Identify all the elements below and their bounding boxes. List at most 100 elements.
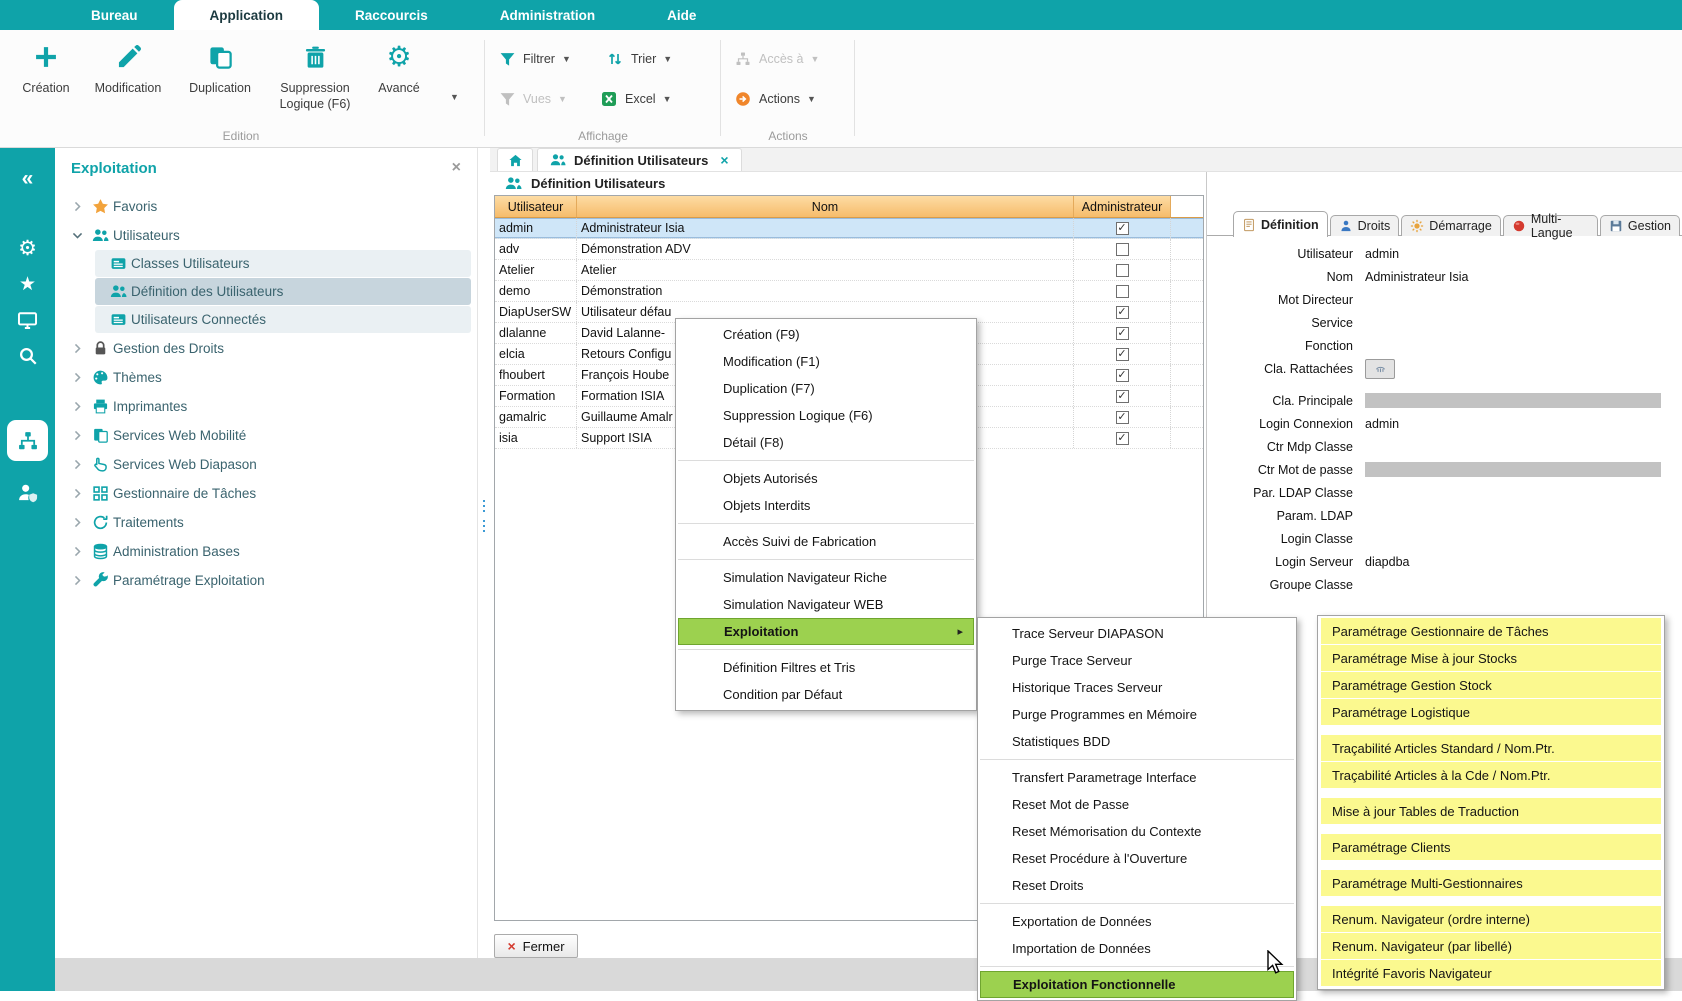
class-picker-button[interactable] <box>1365 359 1395 379</box>
chevron-right-icon[interactable] <box>67 200 87 213</box>
checkbox-checked[interactable]: ✓ <box>1116 390 1129 403</box>
search-rail-icon[interactable] <box>0 339 55 373</box>
avance-dropdown-icon[interactable]: ▼ <box>450 92 459 102</box>
checkbox-checked[interactable]: ✓ <box>1116 327 1129 340</box>
menu-item-parametrage-logistique[interactable]: Paramétrage Logistique <box>1321 699 1661 725</box>
exploitation-rail-icon[interactable] <box>7 420 48 461</box>
acces-a-button[interactable]: Accès à▼ <box>734 44 819 74</box>
sidebar-item-services-web-diapason[interactable]: Services Web Diapason <box>55 450 471 479</box>
field-value[interactable]: diapdba <box>1365 555 1410 569</box>
menu-item-reset-mot-de-passe[interactable]: Reset Mot de Passe <box>978 791 1296 818</box>
detail-tab-demarrage[interactable]: Démarrage <box>1401 215 1501 236</box>
duplication-button[interactable]: Duplication <box>174 34 266 112</box>
avance-button[interactable]: ⚙ Avancé <box>364 34 434 112</box>
menu-item-historique-traces-serveur[interactable]: Historique Traces Serveur <box>978 674 1296 701</box>
favorites-rail-icon[interactable]: ★ <box>0 267 55 301</box>
menu-item-purge-programmes-en-memoire[interactable]: Purge Programmes en Mémoire <box>978 701 1296 728</box>
menu-item-importation-de-donnees[interactable]: Importation de Données <box>978 935 1296 962</box>
detail-tab-droits[interactable]: Droits <box>1330 215 1400 236</box>
vues-button[interactable]: Vues▼ <box>498 84 567 114</box>
menu-item-modification-f1[interactable]: Modification (F1) <box>676 348 976 375</box>
menu-item-parametrage-multi-gestionnaires[interactable]: Paramétrage Multi-Gestionnaires <box>1321 870 1661 896</box>
menu-item-tracabilite-articles-standard-nom-ptr[interactable]: Traçabilité Articles Standard / Nom.Ptr. <box>1321 735 1661 761</box>
chevron-right-icon[interactable] <box>67 458 87 471</box>
menu-item-trace-serveur-diapason[interactable]: Trace Serveur DIAPASON <box>978 620 1296 647</box>
menu-item-condition-par-defaut[interactable]: Condition par Défaut <box>676 681 976 708</box>
sidebar-item-favoris[interactable]: Favoris <box>55 192 471 221</box>
checkbox-checked[interactable]: ✓ <box>1116 306 1129 319</box>
table-row-admin[interactable]: adminAdministrateur Isia✓ <box>495 218 1203 239</box>
menu-item-statistiques-bdd[interactable]: Statistiques BDD <box>978 728 1296 755</box>
table-row-demo[interactable]: demoDémonstration <box>495 281 1203 302</box>
menu-item-purge-trace-serveur[interactable]: Purge Trace Serveur <box>978 647 1296 674</box>
suppression-logique-button[interactable]: Suppression Logique (F6) <box>266 34 364 112</box>
menu-item-reset-droits[interactable]: Reset Droits <box>978 872 1296 899</box>
menu-item-creation-f9[interactable]: Création (F9) <box>676 321 976 348</box>
sidebar-item-definition-des-utilisateurs[interactable]: Définition des Utilisateurs <box>95 278 471 305</box>
menu-item-acces-suivi-de-fabrication[interactable]: Accès Suivi de Fabrication <box>676 528 976 555</box>
menubar-item-administration[interactable]: Administration <box>464 0 631 30</box>
menu-item-parametrage-gestionnaire-de-taches[interactable]: Paramétrage Gestionnaire de Tâches <box>1321 618 1661 644</box>
collapse-sidebar-button[interactable]: « <box>0 162 55 196</box>
users-rail-icon[interactable] <box>0 475 55 509</box>
chevron-right-icon[interactable] <box>67 574 87 587</box>
chevron-right-icon[interactable] <box>67 400 87 413</box>
menu-item-parametrage-gestion-stock[interactable]: Paramétrage Gestion Stock <box>1321 672 1661 698</box>
menubar-item-raccourcis[interactable]: Raccourcis <box>319 0 464 30</box>
field-value[interactable]: Administrateur Isia <box>1365 270 1469 284</box>
field-value[interactable]: admin <box>1365 247 1399 261</box>
checkbox-checked[interactable]: ✓ <box>1116 369 1129 382</box>
menubar-item-application[interactable]: Application <box>174 0 320 30</box>
menu-item-mise-a-jour-tables-de-traduction[interactable]: Mise à jour Tables de Traduction <box>1321 798 1661 824</box>
menu-item-objets-interdits[interactable]: Objets Interdits <box>676 492 976 519</box>
field-value[interactable]: admin <box>1365 417 1399 431</box>
settings-rail-icon[interactable]: ⚙ <box>0 231 55 265</box>
excel-button[interactable]: Excel▼ <box>600 84 672 114</box>
menu-item-reset-memorisation-du-contexte[interactable]: Reset Mémorisation du Contexte <box>978 818 1296 845</box>
detail-tab-gestion[interactable]: Gestion <box>1600 215 1680 236</box>
panel-splitter[interactable] <box>478 148 490 958</box>
creation-button[interactable]: Création <box>10 34 82 112</box>
menu-item-suppression-logique-f6[interactable]: Suppression Logique (F6) <box>676 402 976 429</box>
menu-item-objets-autorises[interactable]: Objets Autorisés <box>676 465 976 492</box>
sidebar-item-gestion-des-droits[interactable]: Gestion des Droits <box>55 334 471 363</box>
panel-close-icon[interactable]: × <box>452 159 461 177</box>
desktop-rail-icon[interactable] <box>0 303 55 337</box>
chevron-right-icon[interactable] <box>67 429 87 442</box>
detail-tab-definition[interactable]: Définition <box>1233 211 1328 237</box>
sidebar-item-parametrage-exploitation[interactable]: Paramétrage Exploitation <box>55 566 471 595</box>
menu-item-exploitation[interactable]: Exploitation▸ <box>678 618 974 645</box>
menu-item-duplication-f7[interactable]: Duplication (F7) <box>676 375 976 402</box>
table-row-atelier[interactable]: AtelierAtelier <box>495 260 1203 281</box>
sidebar-item-themes[interactable]: Thèmes <box>55 363 471 392</box>
menubar-item-bureau[interactable]: Bureau <box>55 0 174 30</box>
chevron-right-icon[interactable] <box>67 371 87 384</box>
menu-item-definition-filtres-et-tris[interactable]: Définition Filtres et Tris <box>676 654 976 681</box>
menu-item-exportation-de-donnees[interactable]: Exportation de Données <box>978 908 1296 935</box>
actions-button[interactable]: Actions▼ <box>734 84 816 114</box>
menu-item-integrite-favoris-navigateur[interactable]: Intégrité Favoris Navigateur <box>1321 960 1661 986</box>
tab-definition-utilisateurs[interactable]: Définition Utilisateurs × <box>537 148 742 171</box>
menu-item-tracabilite-articles-a-la-cde-nom-ptr[interactable]: Traçabilité Articles à la Cde / Nom.Ptr. <box>1321 762 1661 788</box>
modification-button[interactable]: Modification <box>82 34 174 112</box>
sidebar-item-traitements[interactable]: Traitements <box>55 508 471 537</box>
checkbox-checked[interactable]: ✓ <box>1116 222 1129 235</box>
checkbox-unchecked[interactable] <box>1116 285 1129 298</box>
column-administrateur[interactable]: Administrateur <box>1074 196 1171 217</box>
menu-item-reset-procedure-a-l-ouverture[interactable]: Reset Procédure à l'Ouverture <box>978 845 1296 872</box>
fermer-button[interactable]: × Fermer <box>494 934 578 958</box>
detail-tab-multi-langue[interactable]: Multi-Langue <box>1503 215 1598 236</box>
menu-item-simulation-navigateur-riche[interactable]: Simulation Navigateur Riche <box>676 564 976 591</box>
sidebar-item-imprimantes[interactable]: Imprimantes <box>55 392 471 421</box>
checkbox-checked[interactable]: ✓ <box>1116 411 1129 424</box>
chevron-right-icon[interactable] <box>67 487 87 500</box>
sidebar-item-utilisateurs[interactable]: Utilisateurs <box>55 221 471 250</box>
column-utilisateur[interactable]: Utilisateur <box>495 196 577 217</box>
menu-item-parametrage-clients[interactable]: Paramétrage Clients <box>1321 834 1661 860</box>
checkbox-unchecked[interactable] <box>1116 243 1129 256</box>
sidebar-item-gestionnaire-de-taches[interactable]: Gestionnaire de Tâches <box>55 479 471 508</box>
menu-item-detail-f8[interactable]: Détail (F8) <box>676 429 976 456</box>
filtrer-button[interactable]: Filtrer▼ <box>498 44 571 74</box>
menu-item-renum-navigateur-par-libelle[interactable]: Renum. Navigateur (par libellé) <box>1321 933 1661 959</box>
menu-item-exploitation-fonctionnelle[interactable]: Exploitation Fonctionnelle <box>980 971 1294 998</box>
